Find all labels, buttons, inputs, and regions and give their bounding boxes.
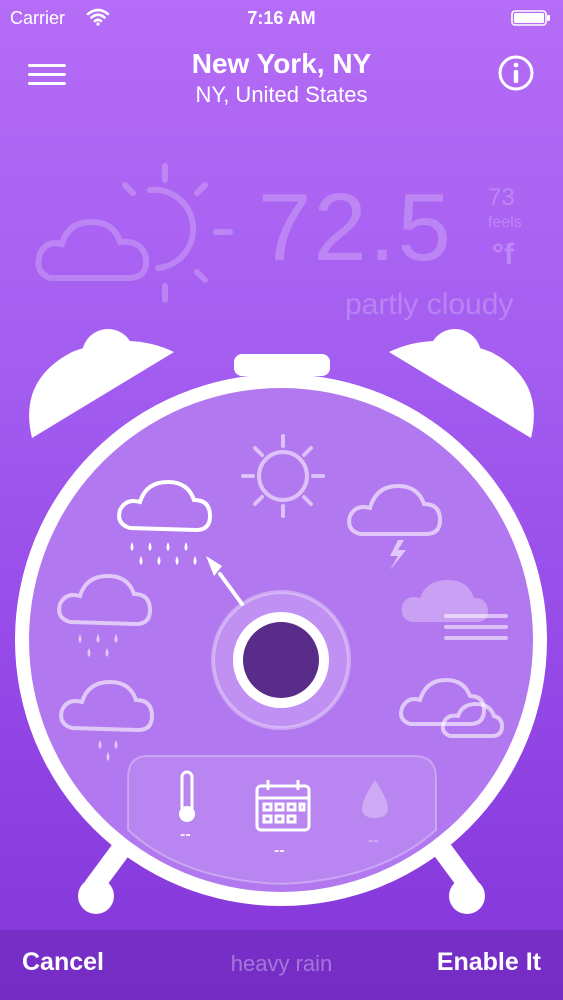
current-temperature: 72.5 bbox=[258, 174, 453, 281]
bottom-action-bar: Cancel heavy rain Enable It bbox=[0, 930, 563, 1000]
region-subtitle: NY, United States bbox=[195, 82, 368, 107]
dial-knob[interactable] bbox=[211, 590, 351, 730]
status-time: 7:16 AM bbox=[247, 8, 316, 28]
current-weather: 72.5 73 feels °f partly cloudy bbox=[0, 160, 563, 330]
stat-temperature-value: -- bbox=[180, 826, 191, 843]
info-icon[interactable] bbox=[497, 54, 535, 92]
stat-humidity-value: -- bbox=[368, 832, 379, 849]
stat-date-value: -- bbox=[274, 842, 285, 859]
current-condition: partly cloudy bbox=[345, 288, 514, 321]
temperature-unit: °f bbox=[492, 238, 514, 271]
feels-like-temperature: 73 bbox=[488, 184, 515, 211]
enable-button[interactable]: Enable It bbox=[437, 948, 541, 977]
alarm-clock-dial[interactable] bbox=[0, 320, 563, 930]
status-bar: Carrier 7:16 AM bbox=[0, 0, 563, 36]
header: New York, NY NY, United States bbox=[0, 44, 563, 114]
battery-icon bbox=[511, 10, 550, 26]
city-title: New York, NY bbox=[191, 48, 372, 79]
feels-like-label: feels bbox=[488, 214, 522, 231]
partly-cloudy-icon bbox=[35, 163, 233, 303]
